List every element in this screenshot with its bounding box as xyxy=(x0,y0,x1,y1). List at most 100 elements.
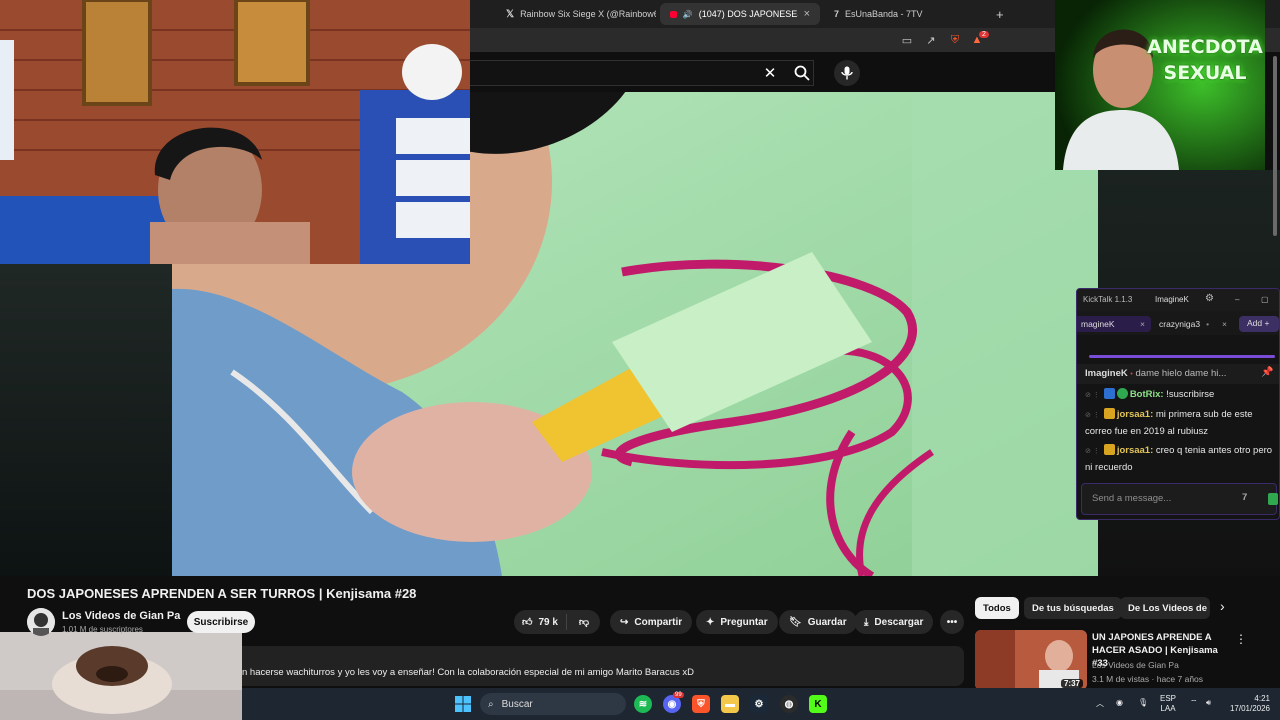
voice-search-icon[interactable] xyxy=(834,60,860,86)
tab-label: (1047) DOS JAPONESES APRE xyxy=(698,9,798,19)
add-chat-button[interactable]: Add + xyxy=(1239,316,1279,332)
bookmark-icon: 🔖︎ xyxy=(789,616,802,628)
like-button[interactable]: 👍︎ 79 k xyxy=(514,614,567,630)
file-explorer-icon[interactable]: ▬ xyxy=(721,695,739,713)
volume-icon[interactable]: 🔊︎ xyxy=(1206,698,1211,708)
message-text: !suscribirse xyxy=(1163,389,1215,400)
chat-message: ⊘ ⋮ BotRix: !suscribirse xyxy=(1085,387,1277,404)
tab-twitter[interactable]: 𝕏 Rainbow Six Siege X (@Rainbow6Gam xyxy=(496,3,656,25)
taskbar-search[interactable]: ⌕ Buscar xyxy=(480,693,626,715)
dislike-button[interactable]: 👎︎ xyxy=(573,616,595,628)
crown-badge-icon xyxy=(1103,408,1115,419)
chip-all[interactable]: Todos xyxy=(975,597,1019,619)
save-button[interactable]: 🔖︎ Guardar xyxy=(779,610,857,634)
webcam-frame xyxy=(0,0,470,264)
thumbs-up-icon: 👍︎ xyxy=(522,617,533,628)
pin-icon[interactable]: 📌 xyxy=(1261,367,1273,378)
clear-search-icon[interactable]: ✕ xyxy=(757,60,783,86)
recommendation-thumbnail[interactable]: 7:37 xyxy=(975,630,1087,690)
download-button[interactable]: ⤓ Descargar xyxy=(854,610,934,634)
cast-icon[interactable]: ▭ xyxy=(900,33,914,47)
steam-icon[interactable]: ⚙ xyxy=(750,695,768,713)
message-actions-icon[interactable]: ⊘ ⋮ xyxy=(1085,444,1100,460)
chip-searches[interactable]: De tus búsquedas xyxy=(1024,597,1122,619)
ask-button[interactable]: ✦ Preguntar xyxy=(696,610,778,634)
message-actions-icon[interactable]: ⊘ ⋮ xyxy=(1085,388,1100,404)
sparkle-icon: ✦ xyxy=(706,616,715,628)
dog-image xyxy=(0,632,242,720)
kicktalk-titlebar: KickTalk 1.1.3 ImagineK ⚙ – ▢ xyxy=(1077,289,1279,311)
maximize-icon[interactable]: ▢ xyxy=(1261,295,1269,304)
chat-message: ⊘ ⋮ jorsaa1: creo q tenia antes otro pero… xyxy=(1085,443,1277,476)
dot-icon: • xyxy=(1206,319,1210,329)
share-arrow-icon: ↪ xyxy=(620,616,629,628)
subscribe-button[interactable]: Suscribirse xyxy=(187,611,255,633)
app-title: KickTalk 1.1.3 xyxy=(1083,295,1133,304)
close-icon[interactable]: × xyxy=(1222,319,1227,329)
chevron-right-icon[interactable]: › xyxy=(1220,598,1225,614)
duration-badge: 7:37 xyxy=(1060,679,1083,688)
discord-badge: 99 xyxy=(673,692,684,698)
7tv-emote-icon[interactable]: 7 xyxy=(1242,492,1247,503)
more-actions-button[interactable]: ••• xyxy=(940,610,964,634)
chat-tab-active[interactable]: magineK × xyxy=(1077,316,1151,332)
close-tab-icon[interactable]: × xyxy=(804,8,810,20)
tab-label: crazyniga3 xyxy=(1159,319,1201,329)
share-button[interactable]: ↪ Compartir xyxy=(610,610,693,634)
message-user[interactable]: jorsaa1: xyxy=(1117,409,1153,420)
video-title: DOS JAPONESES APRENDEN A SER TURROS | Ke… xyxy=(27,586,417,601)
x-logo-icon: 𝕏 xyxy=(506,8,515,20)
search-icon[interactable] xyxy=(789,60,815,86)
left-dark-region xyxy=(0,264,172,576)
bot-badge-icon xyxy=(1103,388,1115,399)
wifi-icon[interactable]: ⌔ xyxy=(1190,698,1198,708)
new-tab-button[interactable]: + xyxy=(986,3,1008,25)
7tv-logo-icon: 7 xyxy=(834,9,840,19)
minimize-icon[interactable]: – xyxy=(1235,295,1239,304)
notification-badge: 2 xyxy=(979,31,989,38)
tray-overflow-icon[interactable]: ︿ xyxy=(1096,698,1104,709)
close-icon[interactable]: × xyxy=(1140,319,1145,329)
share-icon[interactable]: ↗ xyxy=(924,33,938,47)
chat-message: ⊘ ⋮ jorsaa1: mi primera sub de este corre… xyxy=(1085,407,1277,440)
youtube-icon xyxy=(670,10,677,18)
microphone-icon[interactable]: 🎙︎ xyxy=(1138,698,1148,707)
settings-gear-icon[interactable]: ⚙ xyxy=(1205,293,1214,304)
message-actions-icon[interactable]: ⊘ ⋮ xyxy=(1085,408,1100,424)
brave-shield-icon[interactable]: ⛨ xyxy=(948,33,962,47)
recommendation-channel[interactable]: Los Videos de Gian Pa xyxy=(1092,660,1179,670)
thumbs-down-icon: 👎︎ xyxy=(578,617,590,628)
pinned-user: ImagineK xyxy=(1085,368,1128,379)
description-box[interactable] xyxy=(242,646,964,686)
kick-icon[interactable]: K xyxy=(809,695,827,713)
kicktalk-tabs: magineK × crazyniga3 • × Add + xyxy=(1077,311,1279,335)
pinned-message: ImagineK • dame hielo dame hi... 📌 xyxy=(1077,364,1279,384)
chip-channel[interactable]: De Los Videos de G xyxy=(1120,597,1210,619)
tab-7tv[interactable]: 7 EsUnaBanda - 7TV xyxy=(824,3,984,25)
kick-emote-icon[interactable] xyxy=(1268,493,1278,505)
tab-youtube[interactable]: 🔊 (1047) DOS JAPONESES APRE × xyxy=(660,3,820,25)
message-user[interactable]: BotRix: xyxy=(1130,389,1164,400)
tab-label: magineK xyxy=(1081,319,1115,329)
crown-badge-icon xyxy=(1103,444,1115,455)
chat-tab[interactable]: crazyniga3 • × xyxy=(1153,316,1233,332)
download-icon: ⤓ xyxy=(864,616,869,628)
brave-icon[interactable]: ⛨ xyxy=(692,695,710,713)
overlay-caption: ANECDOTA SEXUAL xyxy=(1147,36,1263,84)
page-scrollbar[interactable] xyxy=(1273,56,1277,236)
channel-avatar[interactable] xyxy=(27,608,55,636)
clock[interactable]: 4:21 17/01/2026 xyxy=(1224,694,1270,714)
spotify-icon[interactable]: ≋ xyxy=(634,695,652,713)
active-tab-indicator xyxy=(1089,355,1275,358)
language-indicator[interactable]: ESP LAA xyxy=(1160,694,1176,714)
chat-message-input[interactable]: Send a message... 7 xyxy=(1081,483,1278,515)
recommendation-meta: 3.1 M de vistas · hace 7 años xyxy=(1092,674,1204,684)
message-user[interactable]: jorsaa1: xyxy=(1117,445,1153,456)
windows-start-icon[interactable] xyxy=(454,695,472,713)
obs-icon[interactable]: ◍ xyxy=(780,695,798,713)
discord-tray-icon[interactable]: ◉ xyxy=(1116,698,1123,707)
username: ImagineK xyxy=(1155,295,1189,304)
more-vert-icon[interactable]: ⋮ xyxy=(1235,632,1247,646)
webcam-overlay-guest: ANECDOTA SEXUAL xyxy=(1055,0,1265,170)
channel-name[interactable]: Los Videos de Gian Pa xyxy=(62,610,180,622)
